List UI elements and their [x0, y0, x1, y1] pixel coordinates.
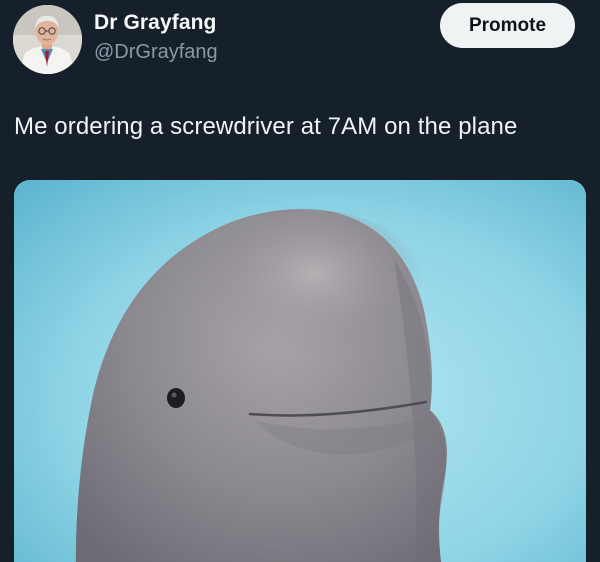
promote-button[interactable]: Promote [440, 3, 575, 48]
author-handle[interactable]: @DrGrayfang [94, 41, 218, 64]
author-name[interactable]: Dr Grayfang [94, 11, 216, 35]
avatar[interactable] [13, 5, 82, 74]
doctor-avatar-icon [13, 5, 82, 74]
beluga-whale-photo-icon [14, 180, 586, 562]
tweet-text: Me ordering a screwdriver at 7AM on the … [14, 113, 518, 140]
tweet-media[interactable] [14, 180, 586, 562]
tweet-header: Dr Grayfang @DrGrayfang Promote [0, 0, 600, 80]
